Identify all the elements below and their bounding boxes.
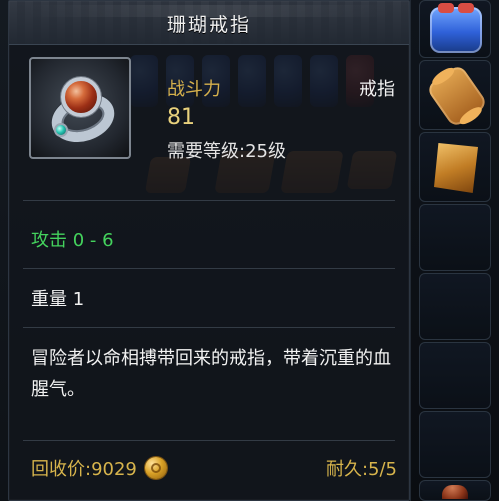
quickbar-slot[interactable]: [419, 273, 491, 340]
slot-icon: [442, 485, 468, 499]
weight-stat: 重量 1: [31, 289, 85, 310]
quickbar-slot[interactable]: [419, 0, 491, 58]
power-label: 战斗力: [167, 79, 221, 100]
map-icon: [434, 143, 478, 193]
divider: [23, 327, 395, 328]
price-group: 回收价:9029: [31, 455, 167, 481]
durability: 耐久:5/5: [325, 459, 397, 480]
attack-stat: 攻击 0 - 6: [31, 230, 114, 251]
gold-coin-icon: [144, 457, 167, 479]
required-level: 需要等级:25级: [167, 141, 286, 162]
quickbar-slot[interactable]: [419, 132, 491, 202]
item-title: 珊瑚戒指: [166, 14, 251, 36]
item-type: 戒指: [359, 79, 395, 100]
quickbar-slot[interactable]: [419, 411, 491, 478]
potion-icon: [430, 3, 482, 53]
game-tooltip-screen: 珊瑚戒指 战斗力 81 戒指 需要等级:25级 攻击 0 - 6 重量 1 冒险…: [0, 0, 499, 501]
ring-icon: [61, 77, 101, 117]
quickbar-slot[interactable]: [419, 204, 491, 271]
quickbar-slot[interactable]: [419, 480, 491, 501]
power-value: 81: [167, 105, 195, 130]
divider: [23, 200, 395, 201]
scroll-icon: [425, 63, 489, 129]
divider: [23, 440, 395, 441]
item-tooltip: 珊瑚戒指 战斗力 81 戒指 需要等级:25级 攻击 0 - 6 重量 1 冒险…: [8, 0, 410, 501]
right-quickbar: [410, 0, 499, 501]
ring-icon-frame: [29, 57, 131, 159]
quickbar-slot[interactable]: [419, 60, 491, 130]
quickbar-slot[interactable]: [419, 342, 491, 409]
recycle-price: 回收价:9029: [31, 459, 137, 480]
item-description: 冒险者以命相搏带回来的戒指，带着沉重的血腥气。: [31, 348, 391, 400]
ring-icon: [54, 123, 68, 137]
divider: [23, 268, 395, 269]
tooltip-header: 珊瑚戒指: [9, 1, 409, 45]
